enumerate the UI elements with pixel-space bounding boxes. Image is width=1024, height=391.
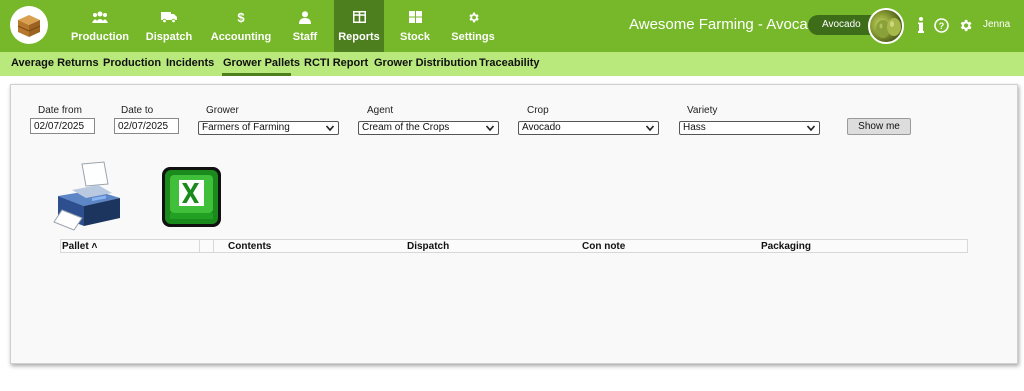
crate-logo-icon — [17, 15, 41, 37]
nav-reports[interactable]: Reports — [334, 0, 384, 52]
nav-label: Stock — [400, 31, 430, 43]
info-icon[interactable] — [913, 16, 929, 34]
grower-label: Grower — [206, 105, 239, 116]
nav-settings[interactable]: Settings — [451, 0, 495, 52]
date-from-label: Date from — [38, 105, 82, 116]
chevron-down-icon — [645, 125, 655, 132]
truck-icon — [161, 10, 177, 24]
app-logo[interactable] — [10, 6, 48, 44]
app-title: Awesome Farming - Avocados — [629, 16, 832, 33]
crop-label: Crop — [527, 105, 549, 116]
chevron-down-icon — [325, 125, 335, 132]
nav-dispatch[interactable]: Dispatch — [140, 0, 198, 52]
subnav-grower-pallets[interactable]: Grower Pallets — [223, 57, 300, 69]
crop-select[interactable]: Avocado — [518, 121, 659, 135]
subnav-rcti-report[interactable]: RCTI Report — [304, 57, 368, 69]
avocado-crop-image[interactable] — [868, 8, 904, 44]
grower-select-value: Farmers of Farming — [202, 122, 290, 133]
help-icon[interactable]: ? — [933, 16, 949, 34]
nav-label: Accounting — [210, 31, 272, 43]
nav-label: Staff — [292, 31, 318, 43]
column-header-contents[interactable]: Contents — [228, 241, 271, 252]
reports-subnav: Average Returns Production Incidents Gro… — [0, 52, 1024, 76]
nav-label: Production — [70, 31, 130, 43]
subnav-incidents[interactable]: Incidents — [166, 57, 214, 69]
column-header-pallet[interactable]: Pallet ˄ — [62, 241, 97, 252]
svg-text:?: ? — [938, 21, 944, 31]
column-header-con-note[interactable]: Con note — [582, 241, 625, 252]
show-me-button[interactable]: Show me — [847, 118, 911, 135]
nav-stock[interactable]: Stock — [396, 0, 434, 52]
chevron-down-icon — [485, 125, 495, 132]
variety-select[interactable]: Hass — [679, 121, 820, 135]
user-name[interactable]: Jenna — [983, 19, 1010, 30]
subnav-traceability[interactable]: Traceability — [479, 57, 540, 69]
agent-select[interactable]: Cream of the Crops — [358, 121, 499, 135]
date-to-label: Date to — [121, 105, 154, 116]
users-icon — [92, 10, 108, 24]
top-navigation-bar: Production Dispatch $ Accounting Staff R… — [0, 0, 1024, 52]
nav-staff[interactable]: Staff — [285, 0, 325, 52]
active-tab-indicator — [222, 73, 291, 76]
column-header-dispatch[interactable]: Dispatch — [407, 241, 449, 252]
nav-label: Settings — [451, 31, 495, 43]
crop-select-value: Avocado — [522, 122, 561, 133]
gear-icon — [467, 10, 480, 24]
date-to-input[interactable] — [114, 118, 179, 134]
column-divider — [199, 240, 200, 252]
variety-select-value: Hass — [683, 122, 706, 133]
dollar-icon: $ — [237, 9, 245, 25]
nav-accounting[interactable]: $ Accounting — [208, 0, 274, 52]
column-header-packaging[interactable]: Packaging — [761, 241, 811, 252]
grid-icon — [408, 10, 422, 24]
person-icon — [299, 10, 311, 24]
subnav-production[interactable]: Production — [103, 57, 161, 69]
pallets-table-header: Pallet ˄ Contents Dispatch Con note Pack… — [60, 239, 968, 253]
agent-select-value: Cream of the Crops — [362, 122, 450, 133]
column-divider — [213, 240, 214, 252]
subnav-average-returns[interactable]: Average Returns — [11, 57, 99, 69]
date-from-input[interactable] — [30, 118, 95, 134]
settings-gear-icon[interactable] — [957, 16, 973, 34]
nav-label: Reports — [338, 31, 380, 43]
agent-label: Agent — [367, 105, 394, 116]
nav-label: Dispatch — [145, 31, 193, 43]
print-icon[interactable] — [52, 160, 124, 232]
subnav-grower-distribution[interactable]: Grower Distribution — [374, 57, 477, 69]
chevron-down-icon — [806, 125, 816, 132]
grower-select[interactable]: Farmers of Farming — [198, 121, 339, 135]
report-icon — [352, 10, 366, 24]
excel-export-icon[interactable] — [161, 166, 222, 228]
variety-label: Variety — [687, 105, 718, 116]
nav-production[interactable]: Production — [68, 0, 132, 52]
